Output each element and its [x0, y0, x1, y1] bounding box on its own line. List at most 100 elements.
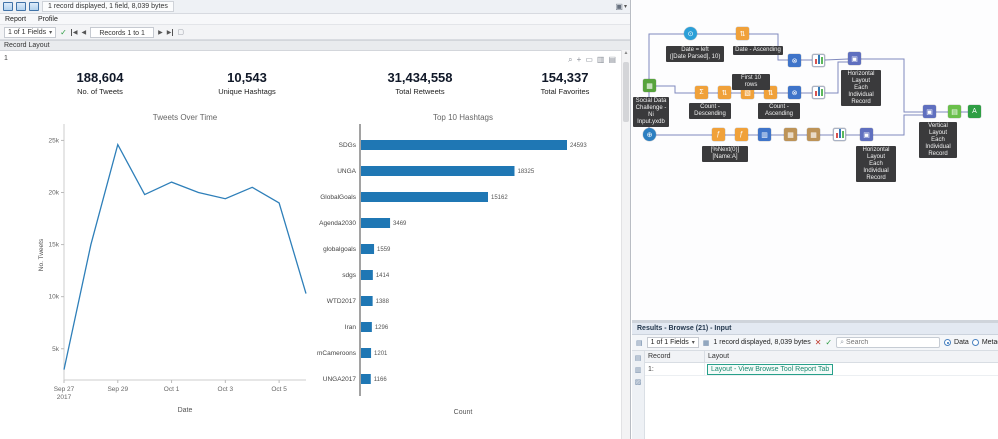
annotation-line: Date = left: [681, 47, 709, 53]
chart-tool-3[interactable]: [833, 128, 846, 141]
data-radio[interactable]: [944, 339, 952, 346]
mini-bar-icon: [814, 59, 817, 64]
svg-text:Date: Date: [178, 407, 193, 414]
column-header-record[interactable]: Record: [645, 351, 705, 362]
first-record-button[interactable]: ◀: [70, 28, 77, 36]
annotation-line: Count -: [769, 104, 789, 110]
pencil-icon[interactable]: ▨: [635, 378, 642, 386]
join-tool-1[interactable]: ⊗: [788, 54, 801, 67]
window-dock-icon[interactable]: [3, 2, 13, 11]
window-split-icon[interactable]: [16, 2, 26, 11]
window-layout-icon[interactable]: [29, 2, 39, 11]
tool-annotation[interactable]: [%Next(0)] [Name:A]: [702, 146, 748, 162]
layout-tool-1[interactable]: ▣: [848, 52, 861, 65]
svg-text:2017: 2017: [57, 394, 72, 401]
report-scrollbar[interactable]: ▲: [621, 50, 630, 439]
last-record-button[interactable]: ▶: [167, 28, 174, 36]
data-radio-label[interactable]: Data: [954, 339, 969, 346]
svg-text:18325: 18325: [517, 169, 534, 175]
results-header: Results - Browse (21) - Input: [632, 323, 998, 335]
join-tool-2-icon: ⊗: [791, 89, 798, 97]
svg-text:24593: 24593: [570, 143, 587, 149]
apply-check-icon[interactable]: ✓: [825, 338, 832, 347]
kpi-tweets: 188,604 No. of Tweets: [30, 70, 170, 96]
apply-check-icon[interactable]: ✓: [60, 28, 67, 37]
svg-text:Iran: Iran: [345, 324, 357, 331]
summarize-tool[interactable]: Σ: [695, 86, 708, 99]
tool-annotation[interactable]: Date - Ascending: [733, 46, 783, 55]
search-input[interactable]: [846, 339, 937, 346]
svg-text:GlobalGoals: GlobalGoals: [320, 194, 357, 201]
menu-report[interactable]: Report: [5, 16, 26, 23]
new-window-icon[interactable]: ▢: [177, 28, 184, 36]
annotation-line: Individual: [848, 91, 874, 98]
workflow-canvas[interactable]: ⊙ ⇅ ▦ Σ ⇅ ▧ ⇅ ⊗ ⊗ ▣ ⊕ ƒ ƒ ▥ ▦ ▦ ▣ ▣ ▤ A Date = left ([Date Pa…: [632, 0, 998, 320]
menu-profile[interactable]: Profile: [38, 16, 58, 23]
layout-cell: Layout - View Browse Tool Report Tab: [705, 363, 834, 375]
clear-icon[interactable]: ✕: [815, 338, 822, 347]
svg-text:UNGA: UNGA: [337, 168, 356, 175]
svg-text:10k: 10k: [49, 294, 60, 301]
browse-tab-title[interactable]: 1 record displayed, 1 field, 8,039 bytes: [42, 1, 174, 12]
tool-annotation[interactable]: Social Data Challenge - Ni Input.yxdb: [633, 97, 669, 127]
tool-annotation[interactable]: Count - Ascending: [758, 103, 800, 119]
scrollbar-thumb[interactable]: [623, 62, 629, 122]
join-tool-2[interactable]: ⊗: [788, 86, 801, 99]
output-logo-tool[interactable]: A: [968, 105, 981, 118]
chart-tool-2[interactable]: [812, 86, 825, 99]
tool-annotation[interactable]: Vertical Layout Each Individual Record: [919, 122, 957, 159]
table-tool-1[interactable]: ▦: [784, 128, 797, 141]
pan-icon[interactable]: +: [577, 55, 582, 65]
metadata-radio-label[interactable]: Metadata: [982, 339, 998, 346]
results-fields-dropdown[interactable]: 1 of 1 Fields ▾: [646, 337, 699, 348]
formula-tool-1[interactable]: ƒ: [712, 128, 725, 141]
tool-annotation[interactable]: First 10 rows: [732, 74, 770, 90]
table-tool-1-icon: ▦: [787, 131, 794, 139]
grid-icon[interactable]: ▥: [635, 366, 642, 374]
config-icon[interactable]: ▤: [635, 354, 642, 362]
annotation-line: Vertical: [928, 123, 948, 129]
page-list-icon[interactable]: ▤: [608, 55, 616, 65]
kpi-label: Unique Hashtags: [218, 87, 276, 96]
select-tool[interactable]: ▥: [758, 128, 771, 141]
formula-tool-2[interactable]: ƒ: [735, 128, 748, 141]
svg-text:sdgs: sdgs: [342, 272, 356, 279]
render-tool[interactable]: ▤: [948, 105, 961, 118]
download-tool[interactable]: ⊕: [643, 128, 656, 141]
sort-tool-2[interactable]: ⇅: [718, 86, 731, 99]
scroll-up-icon[interactable]: ▲: [624, 50, 629, 56]
layout-tool-vertical[interactable]: ▣: [923, 105, 936, 118]
layout-report-link[interactable]: Layout - View Browse Tool Report Tab: [707, 363, 834, 375]
prev-record-button[interactable]: ◀: [81, 29, 86, 36]
svg-text:15k: 15k: [49, 242, 60, 249]
table-tool-2[interactable]: ▦: [807, 128, 820, 141]
cell-viewer-icon[interactable]: ▦: [703, 339, 710, 347]
search-icon: ⌕: [840, 338, 845, 346]
sort-tool-1[interactable]: ⇅: [736, 27, 749, 40]
record-number-cell: 1:: [645, 362, 705, 376]
tool-annotation[interactable]: Count - Descending: [689, 103, 731, 119]
records-range-box[interactable]: Records 1 to 1: [90, 26, 155, 38]
popout-menu-button[interactable]: ▣ ▾: [615, 2, 627, 11]
chart-tool-1[interactable]: [812, 54, 825, 67]
page-grid-icon[interactable]: ▥: [597, 55, 605, 65]
next-record-button[interactable]: ▶: [158, 29, 163, 36]
datetime-tool[interactable]: ⊙: [684, 27, 697, 40]
zoom-icon[interactable]: ⌕: [568, 55, 572, 65]
input-data-tool[interactable]: ▦: [643, 79, 656, 92]
tool-annotation[interactable]: Horizontal Layout Each Individual Record: [856, 146, 896, 183]
kpi-value: 31,434,558: [387, 70, 453, 85]
layout-tool-vertical-icon: ▣: [926, 108, 933, 116]
search-box[interactable]: ⌕: [836, 337, 941, 348]
tool-annotation[interactable]: Horizontal Layout Each Individual Record: [841, 70, 881, 107]
page-layout-icon[interactable]: ▭: [585, 55, 593, 65]
mini-bar-icon: [820, 57, 823, 64]
fields-dropdown[interactable]: 1 of 1 Fields ▾: [4, 26, 57, 38]
column-header-layout[interactable]: Layout: [705, 351, 998, 362]
config-icon[interactable]: ▤: [636, 339, 643, 347]
svg-text:Oct 5: Oct 5: [271, 386, 287, 393]
layout-tool-2[interactable]: ▣: [860, 128, 873, 141]
metadata-radio[interactable]: [971, 339, 979, 346]
tool-annotation[interactable]: Date = left ([Date Parsed], 10): [666, 46, 724, 62]
annotation-line: Each: [854, 84, 868, 91]
